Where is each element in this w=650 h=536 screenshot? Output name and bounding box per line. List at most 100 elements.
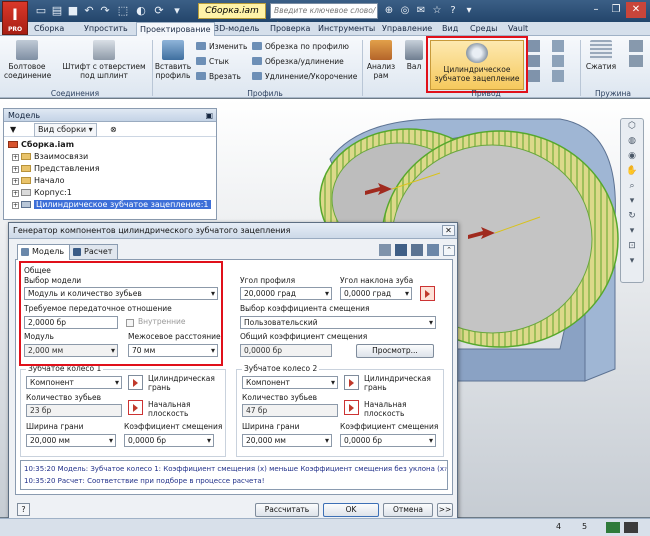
gear-2-start-plane-pick[interactable] (344, 400, 359, 415)
tab-vault[interactable]: Vault (508, 22, 528, 36)
notch-button[interactable]: Врезать (196, 72, 241, 82)
tab-view[interactable]: Вид (442, 22, 458, 36)
view-mode-dropdown[interactable]: Вид сборки ▾ (34, 123, 97, 137)
drive-more-button[interactable] (528, 40, 542, 82)
fullwheel-icon[interactable]: ◍ (621, 134, 643, 149)
total-shift-label: Общий коэффициент смещения (240, 332, 368, 341)
tree-item-housing[interactable]: + Корпус:1 (12, 187, 72, 198)
tab-assemble[interactable]: Сборка (34, 22, 64, 36)
key-button[interactable] (552, 40, 566, 82)
design-guide-icon[interactable] (427, 244, 439, 256)
gear-1-type-select[interactable]: Компонент (26, 376, 122, 389)
qat-dropdown-icon[interactable]: ▾ (170, 4, 184, 18)
gear-1-cylinder-face-pick[interactable] (128, 375, 143, 390)
gear-1-teeth-input[interactable]: 23 бр (26, 404, 122, 417)
tab-3d-model[interactable]: 3D-модель (214, 22, 259, 36)
shift-choice-select[interactable]: Пользовательский (240, 316, 436, 329)
gear-2-type-select[interactable]: Компонент (242, 376, 338, 389)
communication-icon[interactable]: ✉ (414, 3, 428, 18)
tree-item-relationships[interactable]: + Взаимосвязи (12, 151, 88, 162)
cancel-button[interactable]: Отмена (383, 503, 433, 517)
tab-design[interactable]: Проектирование (136, 22, 215, 37)
zoom-icon[interactable]: ⌕ (621, 179, 643, 194)
helix-direction-button[interactable] (420, 286, 435, 301)
open-icon[interactable]: ▤ (50, 4, 64, 18)
browser-close-icon[interactable]: ▣ (205, 109, 213, 122)
new-icon[interactable]: ▭ (34, 4, 48, 18)
zoom-dropdown-icon[interactable]: ▾ (621, 194, 643, 209)
orbit-dropdown-icon[interactable]: ▾ (621, 224, 643, 239)
bolt-connection-button[interactable]: Болтовое соединение (4, 40, 51, 80)
gear-2-teeth-input[interactable]: 47 бр (242, 404, 338, 417)
total-shift-input[interactable]: 0,0000 бр (240, 344, 332, 357)
gear-2-shift-select[interactable]: 0,0000 бр (340, 434, 436, 447)
spring-more-button[interactable] (626, 40, 646, 67)
tab-manage[interactable]: Управление (382, 22, 432, 36)
undo-icon[interactable]: ↶ (82, 4, 96, 18)
ok-button[interactable]: OK (323, 503, 379, 517)
more-button[interactable]: >> (437, 503, 453, 517)
tree-item-spur-gear[interactable]: + Цилиндрическое зубчатое зацепление:1 (12, 199, 211, 210)
collapse-dialog-button[interactable]: ⌃ (443, 245, 455, 256)
help-button[interactable]: ? (17, 503, 30, 516)
minimize-button[interactable]: – (586, 2, 606, 18)
shaft-button[interactable]: Вал (402, 40, 426, 71)
tab-calculation[interactable]: Расчет (69, 244, 119, 259)
binoculars-icon[interactable]: ⊕ (382, 3, 396, 18)
steeringwheel-icon[interactable]: ◉ (621, 149, 643, 164)
message-line: 10:35:20 Расчет: Соответствие при подбор… (24, 477, 265, 485)
gear-1-width-select[interactable]: 20,000 мм (26, 434, 116, 447)
nav-customize-icon[interactable]: ▾ (621, 254, 643, 269)
tab-inspect[interactable]: Проверка (270, 22, 310, 36)
material-icon[interactable]: ◐ (134, 4, 148, 18)
help-dropdown-icon[interactable]: ▾ (462, 3, 476, 18)
calculate-button[interactable]: Рассчитать (255, 503, 319, 517)
tree-root-assembly[interactable]: Сборка.iam (8, 139, 74, 150)
joint-button[interactable]: Стык (196, 57, 229, 67)
insert-profile-button[interactable]: Вставить профиль (154, 40, 192, 80)
redo-icon[interactable]: ↷ (98, 4, 112, 18)
application-menu-button[interactable]: I PRO (2, 1, 28, 35)
helix-angle-select[interactable]: 0,0000 град (340, 287, 412, 300)
gear-1-teeth-label: Количество зубьев (26, 393, 102, 402)
trim-to-profile-button[interactable]: Обрезка по профилю (252, 42, 349, 52)
calc-settings-icon[interactable] (411, 244, 423, 256)
gear-2-width-select[interactable]: 20,000 мм (242, 434, 332, 447)
trim-extend-button[interactable]: Обрезка/удлинение (252, 57, 344, 67)
compression-spring-button[interactable]: Сжатия (584, 40, 618, 71)
pin-button[interactable]: Штифт с отверстием под шплинт (58, 40, 150, 80)
select-icon[interactable]: ⬚ (116, 4, 130, 18)
tab-tools[interactable]: Инструменты (318, 22, 375, 36)
subscription-icon[interactable]: ◎ (398, 3, 412, 18)
pressure-angle-select[interactable]: 20,0000 град (240, 287, 332, 300)
close-button[interactable]: ✕ (626, 2, 646, 18)
frame-analysis-button[interactable]: Анализ рам (366, 40, 396, 80)
pan-icon[interactable]: ✋ (621, 164, 643, 179)
orbit-icon[interactable]: ↻ (621, 209, 643, 224)
viewcube-icon[interactable]: ⬡ (621, 119, 643, 134)
preview-button[interactable]: Просмотр... (356, 344, 434, 358)
tree-item-representations[interactable]: + Представления (12, 163, 100, 174)
template-icon[interactable] (379, 244, 391, 256)
find-icon[interactable]: ⊗ (110, 122, 117, 137)
cam-icon (528, 70, 540, 82)
tab-environments[interactable]: Среды (470, 22, 497, 36)
save-icon[interactable]: ■ (66, 4, 80, 18)
filter-icon[interactable]: ▼ (10, 122, 16, 137)
dialog-close-button[interactable]: ✕ (442, 225, 455, 236)
change-button[interactable]: Изменить (196, 42, 247, 52)
lookat-icon[interactable]: ⊡ (621, 239, 643, 254)
restore-button[interactable]: ❐ (606, 2, 626, 18)
help-icon[interactable]: ? (446, 3, 460, 18)
tab-simplify[interactable]: Упростить (84, 22, 128, 36)
lengthen-shorten-button[interactable]: Удлинение/Укорочение (252, 72, 357, 82)
gear-2-cylinder-face-pick[interactable] (344, 375, 359, 390)
save-template-icon[interactable] (395, 244, 407, 256)
gear-1-shift-select[interactable]: 0,0000 бр (124, 434, 214, 447)
favorites-icon[interactable]: ☆ (430, 3, 444, 18)
tree-item-origin[interactable]: + Начало (12, 175, 65, 186)
search-input[interactable]: Введите ключевое слово/фразу (270, 3, 378, 29)
gear-1-start-plane-pick[interactable] (128, 400, 143, 415)
tab-model[interactable]: Модель (17, 244, 71, 260)
update-icon[interactable]: ⟳ (152, 4, 166, 18)
